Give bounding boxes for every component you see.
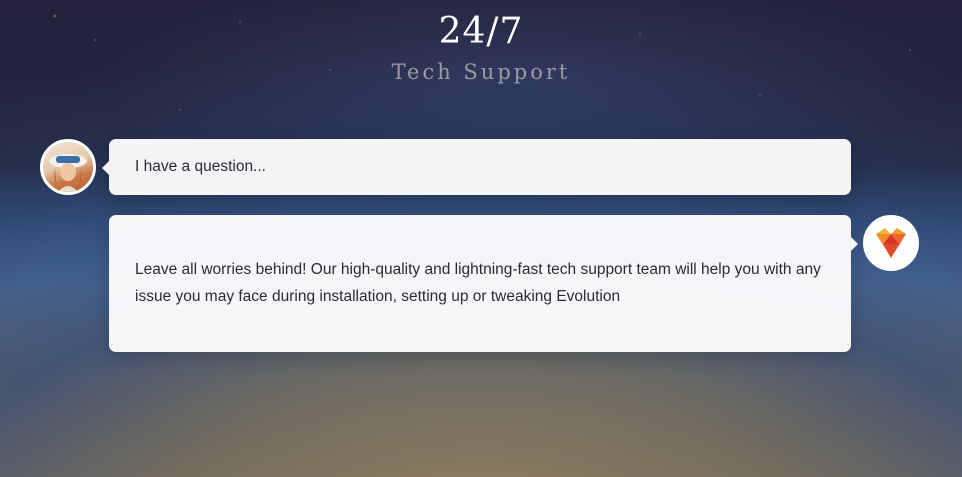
- evolution-logo-icon: [876, 228, 906, 258]
- support-avatar: [863, 215, 919, 271]
- user-avatar: [40, 139, 96, 195]
- answer-bubble: Leave all worries behind! Our high-quali…: [109, 215, 858, 352]
- section-heading: 24/7 Tech Support: [0, 8, 962, 84]
- question-text: I have a question...: [135, 158, 266, 175]
- answer-text: Leave all worries behind! Our high-quali…: [135, 261, 821, 305]
- page-title: 24/7: [438, 11, 524, 52]
- user-avatar-illustration: [49, 154, 87, 192]
- question-bubble: I have a question...: [102, 139, 851, 195]
- page-subtitle: Tech Support: [391, 60, 571, 84]
